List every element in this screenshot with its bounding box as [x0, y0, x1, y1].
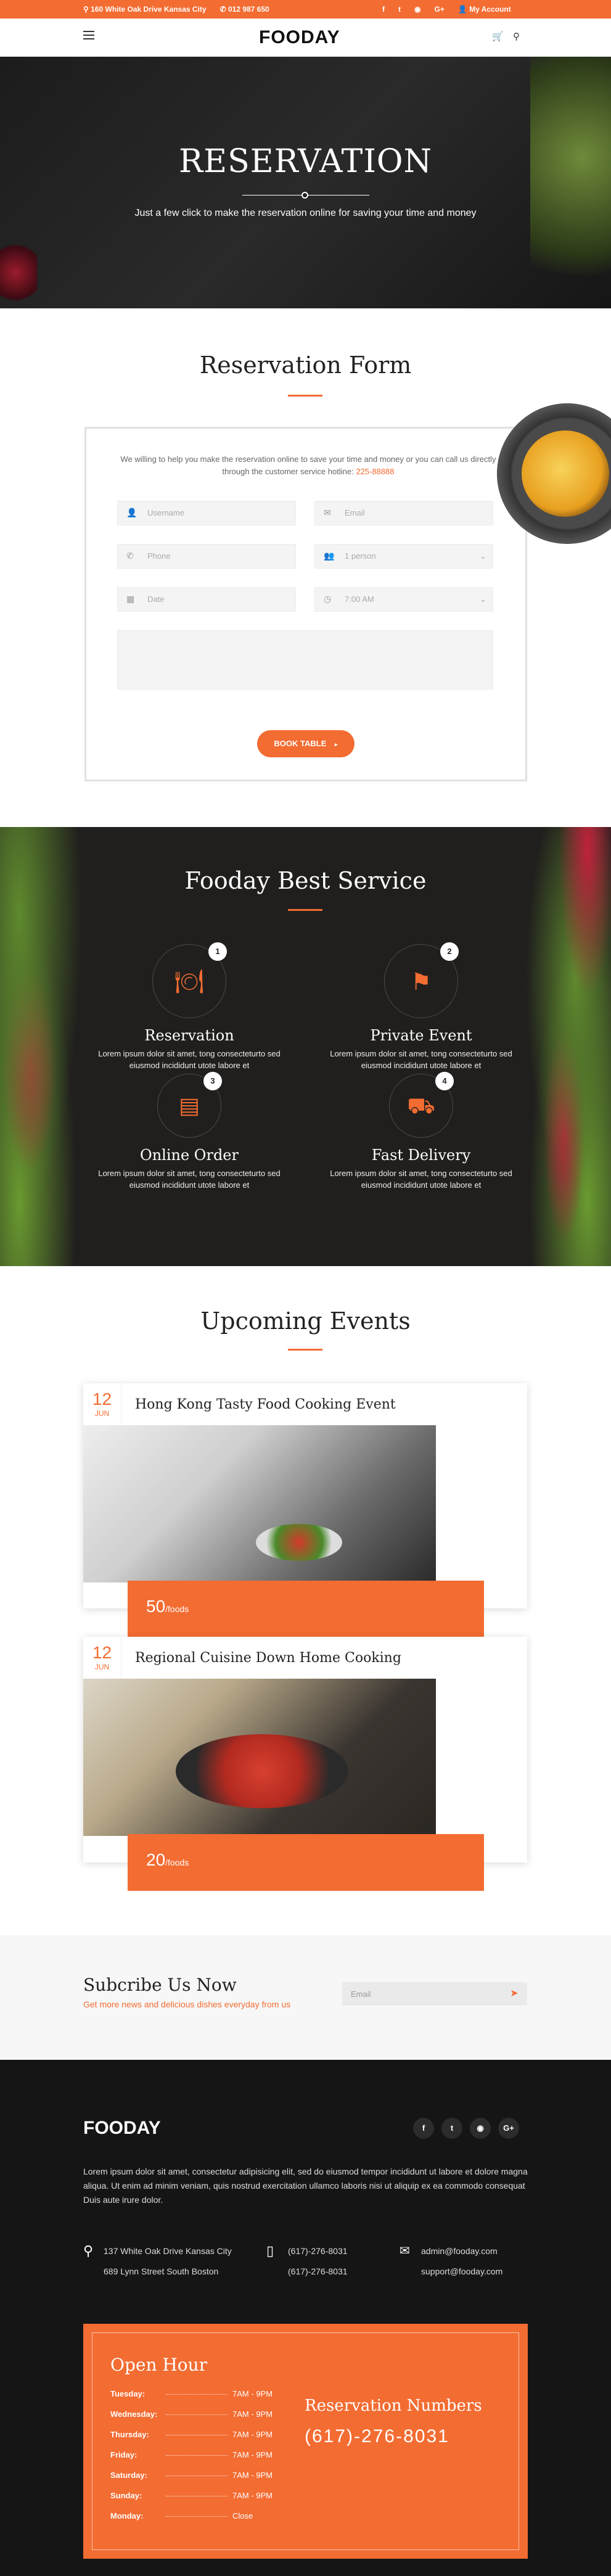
message-textarea[interactable]: [117, 630, 493, 689]
hours-row: Tuesday: 7AM - 9PM: [110, 2389, 273, 2398]
event-date: 12 JUN: [83, 1637, 121, 1684]
username-field[interactable]: 👤 Username: [117, 501, 296, 525]
hours-row: Saturday: 7AM - 9PM: [110, 2471, 273, 2480]
instagram-icon[interactable]: ◉: [470, 2118, 491, 2139]
twitter-icon[interactable]: t: [441, 2118, 462, 2139]
hours-row: Sunday: 7AM - 9PM: [110, 2491, 273, 2500]
event-title[interactable]: Regional Cuisine Down Home Cooking: [135, 1650, 401, 1666]
phone-icon: ✆: [219, 5, 226, 14]
hamburger-menu-icon[interactable]: [83, 31, 94, 39]
open-hours-panel: Open Hour Tuesday: 7AM - 9PM Wednesday: 7A…: [83, 2324, 528, 2559]
footer-logo[interactable]: FOODAY: [83, 2118, 161, 2139]
hours-row: Friday: 7AM - 9PM: [110, 2450, 273, 2459]
hours-row: Monday: Close: [110, 2511, 253, 2520]
hero-subtitle: Just a few click to make the reservation…: [134, 208, 477, 218]
reservation-numbers-title: Reservation Numbers: [305, 2397, 482, 2415]
subscribe-title: Subcribe Us Now: [83, 1975, 237, 1995]
user-icon: 👤: [457, 5, 467, 14]
hours-row: Wednesday: 7AM - 9PM: [110, 2409, 273, 2419]
paper-plane-icon: ➤: [510, 1988, 519, 1999]
hero-banner: RESERVATION Just a few click to make the…: [0, 57, 611, 308]
service-fast-delivery[interactable]: 4 ⛟ Fast Delivery Lorem ipsum dolor sit a…: [319, 1072, 523, 1191]
book-table-button[interactable]: BOOK TABLE ▸: [257, 730, 355, 757]
mobile-icon: ▯: [266, 2243, 274, 2258]
search-icon[interactable]: ⚲: [513, 31, 520, 42]
chevron-down-icon: ⌄: [480, 595, 486, 604]
service-reservation[interactable]: 1 🍽 Reservation Lorem ipsum dolor sit ame…: [88, 942, 291, 1071]
open-hour-title: Open Hour: [110, 2355, 208, 2375]
title-divider: [288, 395, 322, 397]
subscribe-section: Subcribe Us Now Get more news and delici…: [0, 1935, 611, 2060]
address-info: ⚲ 160 White Oak Drive Kansas City: [83, 5, 207, 14]
services-title: Fooday Best Service: [184, 867, 427, 894]
google-plus-icon[interactable]: G+: [498, 2118, 519, 2139]
form-intro: We willing to help you make the reservat…: [120, 455, 496, 476]
footer-emails: admin@fooday.com support@fooday.com: [421, 2246, 503, 2276]
event-card[interactable]: 12 JUN Regional Cuisine Down Home Cooking…: [83, 1637, 527, 1891]
arrow-right-icon: ▸: [335, 741, 338, 747]
send-button[interactable]: ➤: [501, 1982, 527, 2006]
cart-icon[interactable]: 🛒: [492, 31, 504, 42]
email-field[interactable]: ✉ Email: [314, 501, 493, 525]
event-info-bar: 20/foods: [128, 1834, 484, 1891]
instagram-icon[interactable]: ◉: [414, 5, 420, 14]
radish-decoration: [0, 242, 37, 303]
map-pin-icon: ⚲: [83, 2243, 94, 2258]
services-section: Fooday Best Service 1 🍽 Reservation Lorem…: [0, 827, 611, 1266]
phone-info: ✆ 012 987 650: [219, 5, 269, 14]
footer-address: 137 White Oak Drive Kansas City 689 Lynn …: [104, 2246, 232, 2276]
envelope-icon: ✉: [400, 2244, 410, 2258]
hours-row: Thursday: 7AM - 9PM: [110, 2430, 273, 2439]
top-bar: ⚲ 160 White Oak Drive Kansas City ✆ 012 …: [0, 0, 611, 19]
envelope-icon: ✉: [324, 508, 331, 517]
phone-icon: ✆: [126, 551, 134, 561]
phone-field[interactable]: ✆ Phone: [117, 544, 296, 569]
event-card[interactable]: 12 JUN Hong Kong Tasty Food Cooking Event…: [83, 1383, 527, 1637]
date-field[interactable]: ▦ Date: [117, 587, 296, 612]
title-divider: [288, 1349, 322, 1351]
footer-phones: (617)-276-8031 (617)-276-8031: [288, 2246, 348, 2276]
hero-title: RESERVATION: [178, 143, 433, 180]
title-divider: [288, 909, 322, 911]
subscribe-text: Get more news and delicious dishes every…: [83, 1999, 291, 2009]
map-pin-icon: ⚲: [83, 5, 89, 14]
main-header: FOODAY 🛒 ⚲: [0, 19, 611, 57]
pasta-plate-image: [497, 403, 611, 544]
event-image: [83, 1679, 436, 1836]
user-icon: 👤: [126, 508, 137, 517]
event-title[interactable]: Hong Kong Tasty Food Cooking Event: [135, 1397, 396, 1412]
chevron-down-icon: ⌄: [480, 551, 486, 561]
clock-icon: ◷: [324, 594, 332, 604]
persons-select[interactable]: 👥 1 person ⌄: [314, 544, 493, 569]
reservation-phone[interactable]: (617)-276-8031: [305, 2426, 449, 2447]
subscribe-email-input[interactable]: Email: [342, 1982, 501, 2006]
events-title: Upcoming Events: [200, 1307, 411, 1335]
service-online-order[interactable]: 3 ▤ Online Order Lorem ipsum dolor sit am…: [88, 1072, 291, 1191]
event-image: [83, 1425, 436, 1582]
twitter-icon[interactable]: t: [398, 5, 401, 14]
service-private-event[interactable]: 2 ⚑ Private Event Lorem ipsum dolor sit a…: [319, 942, 523, 1071]
facebook-icon[interactable]: f: [413, 2118, 434, 2139]
group-icon: 👥: [324, 551, 335, 561]
vegetable-decoration: [530, 57, 611, 308]
calendar-icon: ▦: [126, 594, 135, 604]
facebook-icon[interactable]: f: [382, 5, 385, 14]
hero-divider-dot: [301, 192, 308, 199]
food-count: 50/foods: [146, 1597, 189, 1616]
event-date: 12 JUN: [83, 1383, 121, 1430]
food-count: 20/foods: [146, 1850, 189, 1869]
reservation-form: We willing to help you make the reservat…: [84, 427, 527, 781]
hotline-number: 225-88888: [356, 467, 395, 476]
event-info-bar: 50/foods: [128, 1581, 484, 1637]
account-link[interactable]: 👤 My Account: [458, 5, 511, 14]
logo[interactable]: FOODAY: [259, 27, 340, 48]
form-section-title: Reservation Form: [199, 352, 412, 379]
time-select[interactable]: ◷ 7:00 AM ⌄: [314, 587, 493, 612]
google-plus-icon[interactable]: G+: [434, 5, 444, 14]
footer-about: Lorem ipsum dolor sit amet, consectetur …: [83, 2167, 528, 2205]
